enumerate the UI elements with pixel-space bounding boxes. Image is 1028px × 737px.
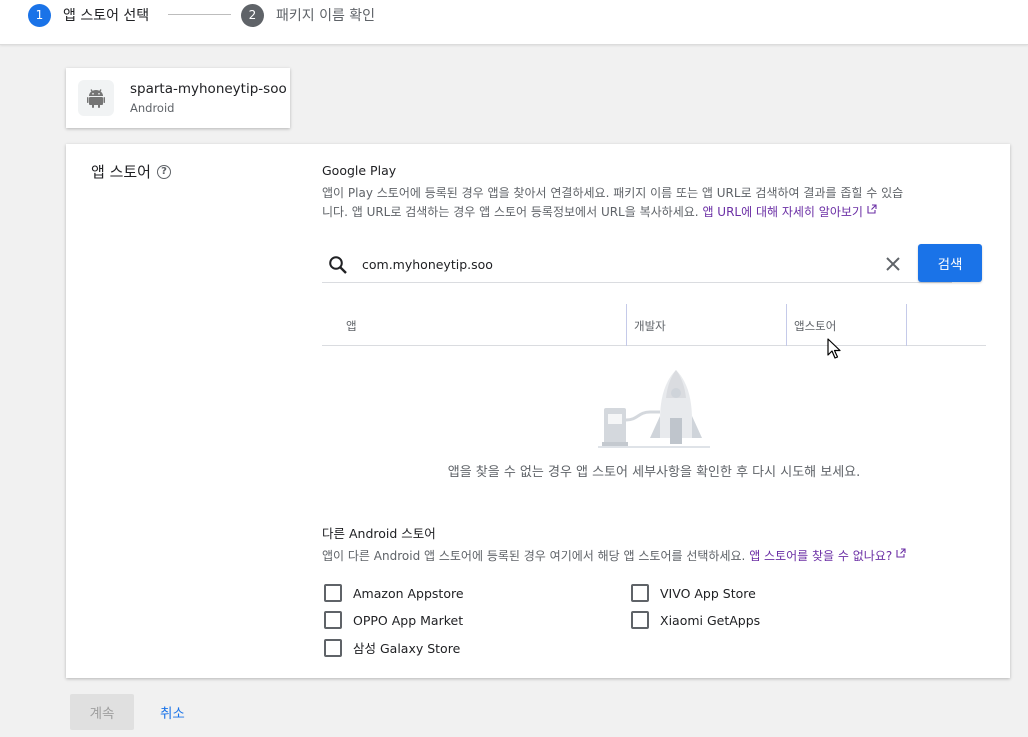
checkbox-box[interactable]: [324, 638, 342, 657]
column-header-app[interactable]: 앱: [346, 318, 357, 334]
google-play-title: Google Play: [322, 163, 397, 178]
google-play-description: 앱이 Play 스토어에 등록된 경우 앱을 찾아서 연결하세요. 패키지 이름…: [322, 184, 982, 222]
other-stores-description: 앱이 다른 Android 앱 스토어에 등록된 경우 여기에서 해당 앱 스토…: [322, 547, 906, 564]
section-title-text: 앱 스토어: [91, 163, 151, 181]
close-icon[interactable]: [884, 255, 902, 273]
external-link-icon: [867, 204, 877, 214]
checkbox-label: Amazon Appstore: [353, 585, 464, 601]
checkbox-oppo-app-market[interactable]: OPPO App Market: [324, 611, 463, 629]
android-icon: [78, 80, 114, 116]
rocket-illustration: [598, 370, 710, 448]
checkbox-samsung-galaxy-store[interactable]: 삼성 Galaxy Store: [324, 638, 460, 657]
search-input[interactable]: com.myhoneytip.soo: [362, 257, 493, 272]
column-header-developer[interactable]: 개발자: [634, 318, 666, 334]
store-not-found-link[interactable]: 앱 스토어를 찾을 수 없나요?: [749, 548, 906, 563]
step-label: 앱 스토어 선택: [63, 8, 150, 24]
checkbox-amazon-appstore[interactable]: Amazon Appstore: [324, 584, 464, 602]
step-label: 패키지 이름 확인: [276, 8, 376, 24]
other-stores-description-text: 앱이 다른 Android 앱 스토어에 등록된 경우 여기에서 해당 앱 스토…: [322, 549, 750, 563]
checkbox-label: Xiaomi GetApps: [660, 612, 761, 628]
app-store-panel: 앱 스토어 ? Google Play 앱이 Play 스토어에 등록된 경우 …: [66, 144, 1010, 678]
description-line1: 앱이 Play 스토어에 등록된 경우 앱을 찾아서 연결하세요. 패키지 이름…: [322, 186, 904, 200]
column-divider[interactable]: [626, 304, 627, 346]
section-title: 앱 스토어 ?: [91, 161, 171, 182]
learn-more-link[interactable]: 앱 URL에 대해 자세히 알아보기: [702, 204, 877, 219]
checkbox-box[interactable]: [324, 611, 342, 629]
mouse-cursor-icon: [827, 338, 841, 359]
column-divider[interactable]: [906, 304, 907, 346]
checkbox-label: OPPO App Market: [353, 612, 464, 628]
column-divider[interactable]: [786, 304, 787, 346]
stepper: 1 앱 스토어 선택 2 패키지 이름 확인: [0, 0, 1028, 45]
checkbox-box[interactable]: [631, 611, 649, 629]
step-confirm-package[interactable]: 2 패키지 이름 확인: [241, 3, 375, 27]
app-platform: Android: [130, 101, 175, 115]
external-link-icon: [896, 548, 906, 558]
other-stores-title: 다른 Android 스토어: [322, 526, 436, 541]
learn-more-link-text: 앱 URL에 대해 자세히 알아보기: [702, 205, 863, 219]
checkbox-box[interactable]: [631, 584, 649, 602]
app-name: sparta-myhoneytip-soo: [130, 81, 287, 97]
checkbox-box[interactable]: [324, 584, 342, 602]
continue-button[interactable]: 계속: [70, 694, 134, 730]
step-select-app-store[interactable]: 1 앱 스토어 선택: [28, 3, 149, 27]
help-icon[interactable]: ?: [156, 164, 171, 179]
search-button[interactable]: 검색: [918, 244, 982, 282]
step-number: 2: [241, 3, 264, 27]
results-table-header: 앱 개발자 앱스토어: [322, 304, 986, 346]
search-field[interactable]: com.myhoneytip.soo: [322, 245, 952, 283]
cancel-button[interactable]: 취소: [160, 694, 185, 730]
checkbox-vivo-app-store[interactable]: VIVO App Store: [631, 584, 756, 602]
step-number: 1: [28, 3, 51, 27]
description-line2: 니다. 앱 URL로 검색하는 경우 앱 스토어 등록정보에서 URL을 복사하…: [322, 205, 703, 219]
checkbox-label: VIVO App Store: [660, 585, 756, 601]
search-icon: [329, 256, 347, 274]
checkbox-xiaomi-getapps[interactable]: Xiaomi GetApps: [631, 611, 760, 629]
checkbox-label: 삼성 Galaxy Store: [353, 641, 461, 656]
app-card: sparta-myhoneytip-soo Android: [66, 68, 290, 128]
column-header-app-store[interactable]: 앱스토어: [794, 318, 836, 334]
store-not-found-link-text: 앱 스토어를 찾을 수 없나요?: [749, 549, 893, 563]
empty-state-message: 앱을 찾을 수 없는 경우 앱 스토어 세부사항을 확인한 후 다시 시도해 보…: [447, 465, 861, 480]
step-divider: [168, 14, 231, 15]
